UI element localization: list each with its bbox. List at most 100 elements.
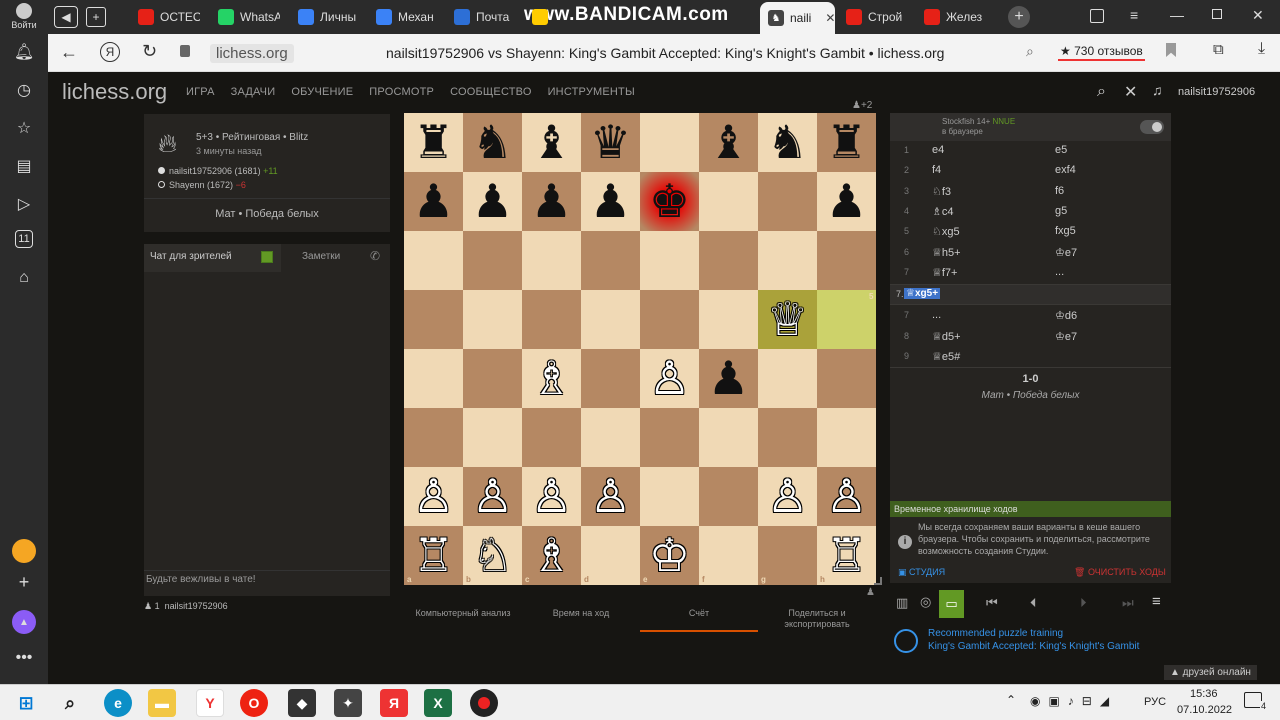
collections-icon[interactable]: ▤ <box>12 154 36 178</box>
tab-active[interactable]: ♞ naili ✕ <box>760 2 835 34</box>
minimize-icon[interactable]: — <box>1170 7 1184 23</box>
square-b3[interactable] <box>463 408 522 467</box>
square-f2[interactable] <box>699 467 758 526</box>
move-white[interactable]: ♘f3 <box>932 185 951 198</box>
excel-icon[interactable]: X <box>424 689 452 717</box>
move-white[interactable]: e4 <box>932 144 944 156</box>
square-f1[interactable] <box>699 526 758 585</box>
variation-row[interactable]: 7. ♕xg5+ <box>890 284 1171 305</box>
tab-notes[interactable]: Заметки <box>302 251 340 262</box>
first-move-icon[interactable]: ⏮ <box>986 595 998 611</box>
square-c3[interactable] <box>522 408 581 467</box>
chess-piece-b7[interactable]: ♟ <box>463 172 522 231</box>
search-icon[interactable]: ⌕ <box>1026 43 1034 60</box>
move-black[interactable]: ... <box>1055 266 1064 278</box>
wot-icon[interactable]: ◆ <box>288 689 316 717</box>
nav-item[interactable]: ЗАДАЧИ <box>231 86 276 98</box>
square-d3[interactable] <box>581 408 640 467</box>
engine-toggle[interactable] <box>1140 120 1164 134</box>
more-icon[interactable]: ••• <box>12 646 36 670</box>
chess-piece-d8[interactable]: ♛ <box>581 113 640 172</box>
analysis-tab[interactable]: Компьютерный анализ <box>404 606 522 632</box>
square-b6[interactable] <box>463 231 522 290</box>
search-icon[interactable]: ⌕ <box>1097 83 1106 101</box>
browser-tab[interactable]: Механ <box>368 0 438 34</box>
square-g4[interactable] <box>758 349 817 408</box>
square-a6[interactable] <box>404 231 463 290</box>
browser-tab[interactable]: Желез <box>916 0 986 34</box>
square-f3[interactable] <box>699 408 758 467</box>
square-g6[interactable] <box>758 231 817 290</box>
move-black[interactable]: f6 <box>1055 185 1064 197</box>
window-close-icon[interactable]: ✕ <box>1252 7 1264 24</box>
square-c6[interactable] <box>522 231 581 290</box>
chess-piece-f8[interactable]: ♝ <box>699 113 758 172</box>
back-icon[interactable]: ← <box>60 42 78 63</box>
play-icon[interactable]: ▷ <box>12 192 36 216</box>
chess-piece-a8[interactable]: ♜ <box>404 113 463 172</box>
chess-piece-c4[interactable]: ♗ <box>522 349 581 408</box>
white-player[interactable]: nailsit19752906 (1681) +11 <box>158 166 278 176</box>
chess-piece-f4[interactable]: ♟ <box>699 349 758 408</box>
nav-item[interactable]: ИГРА <box>186 86 215 98</box>
notification-icon[interactable]: 4 <box>1244 692 1267 711</box>
reload-icon[interactable]: ↻ <box>142 41 157 62</box>
browser-tab[interactable]: ОСТЕО <box>130 0 200 34</box>
login-button[interactable]: Войти <box>6 3 42 33</box>
square-b5[interactable] <box>463 290 522 349</box>
square-e5[interactable] <box>640 290 699 349</box>
nav-item[interactable]: СООБЩЕСТВО <box>450 86 532 98</box>
assistant-app-icon[interactable] <box>12 539 36 563</box>
chat-toggle[interactable] <box>261 251 273 263</box>
clock-date[interactable]: 07.10.2022 <box>1177 704 1232 716</box>
square-e8[interactable] <box>640 113 699 172</box>
nav-item[interactable]: ПРОСМОТР <box>369 86 434 98</box>
square-h6[interactable] <box>817 231 876 290</box>
square-a5[interactable] <box>404 290 463 349</box>
browser-tab[interactable] <box>524 0 594 34</box>
move-black[interactable]: fxg5 <box>1055 225 1076 237</box>
yandex-browser-icon[interactable]: Я <box>380 689 408 717</box>
maximize-icon[interactable] <box>1212 9 1222 19</box>
chess-piece-c7[interactable]: ♟ <box>522 172 581 231</box>
square-f5[interactable] <box>699 290 758 349</box>
chess-piece-c1[interactable]: ♗ <box>522 526 581 585</box>
analysis-tab[interactable]: Поделиться и экспортировать <box>758 606 876 632</box>
close-icon[interactable]: ✕ <box>825 11 835 25</box>
close-icon[interactable]: ✕ <box>1124 82 1137 102</box>
menu-icon[interactable]: ≡ <box>1130 7 1138 23</box>
analysis-tab[interactable]: Счёт <box>640 606 758 632</box>
nav-item[interactable]: ИНСТРУМЕНТЫ <box>548 86 635 98</box>
history-icon[interactable]: ◷ <box>12 78 36 102</box>
clock-time[interactable]: 15:36 <box>1190 688 1218 700</box>
camera-icon[interactable]: ⌂ <box>12 266 36 290</box>
square-b4[interactable] <box>463 349 522 408</box>
yandex-app-icon[interactable]: Y <box>196 689 224 717</box>
last-move-icon[interactable]: ⏭ <box>1122 595 1134 611</box>
chess-piece-d2[interactable]: ♙ <box>581 467 640 526</box>
browser-tab[interactable]: WhatsA <box>210 0 280 34</box>
move-white[interactable]: ♗c4 <box>932 205 953 218</box>
move-black[interactable]: ♔e7 <box>1055 330 1077 343</box>
download-icon[interactable]: ⤓ <box>1258 40 1265 58</box>
move-white[interactable]: ♕e5# <box>932 350 960 363</box>
chess-piece-b8[interactable]: ♞ <box>463 113 522 172</box>
new-tab-button[interactable]: + <box>1008 6 1030 28</box>
search-icon[interactable]: ⌕ <box>56 689 84 717</box>
windows-start-icon[interactable]: ⊞ <box>12 689 40 717</box>
menu-icon[interactable]: ≡ <box>1152 593 1161 610</box>
chess-piece-h8[interactable]: ♜ <box>817 113 876 172</box>
square-a4[interactable] <box>404 349 463 408</box>
square-g1[interactable] <box>758 526 817 585</box>
chess-piece-b1[interactable]: ♘ <box>463 526 522 585</box>
star-icon[interactable]: ☆ <box>12 116 36 140</box>
chat-input[interactable]: Будьте вежливы в чате! <box>144 570 390 590</box>
yandex-icon[interactable]: Я <box>100 42 120 62</box>
variation-move[interactable]: ♕xg5+ <box>904 288 941 299</box>
edge-icon[interactable]: e <box>104 689 132 717</box>
move-white[interactable]: ♕f7+ <box>932 266 957 279</box>
extensions-icon[interactable]: ⧉ <box>1213 41 1224 58</box>
studio-button[interactable]: ▣ СТУДИЯ <box>898 567 945 578</box>
nav-item[interactable]: ОБУЧЕНИЕ <box>291 86 353 98</box>
square-e3[interactable] <box>640 408 699 467</box>
